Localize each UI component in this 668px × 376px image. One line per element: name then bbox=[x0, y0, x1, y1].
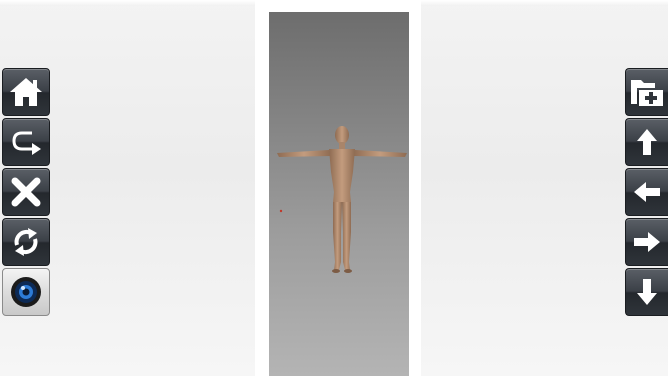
arrow-down-icon bbox=[637, 279, 657, 305]
redo-button[interactable] bbox=[2, 118, 50, 166]
refresh-button[interactable] bbox=[2, 218, 50, 266]
add-folder-button[interactable] bbox=[625, 68, 668, 116]
move-down-button[interactable] bbox=[625, 268, 668, 316]
redo-arrow-icon bbox=[12, 131, 41, 155]
camera-button[interactable] bbox=[2, 268, 50, 316]
arrow-right-icon bbox=[634, 232, 660, 252]
camera-lens-icon bbox=[11, 277, 41, 307]
close-button[interactable] bbox=[2, 168, 50, 216]
close-x-icon bbox=[11, 177, 41, 207]
move-right-button[interactable] bbox=[625, 218, 668, 266]
home-icon bbox=[10, 78, 42, 106]
human-model-figure bbox=[277, 126, 407, 273]
home-button[interactable] bbox=[2, 68, 50, 116]
move-left-button[interactable] bbox=[625, 168, 668, 216]
move-up-button[interactable] bbox=[625, 118, 668, 166]
arrow-up-icon bbox=[637, 129, 657, 155]
left-toolbar bbox=[2, 68, 52, 318]
arrow-left-icon bbox=[634, 182, 660, 202]
right-toolbar bbox=[625, 68, 668, 318]
folder-plus-icon bbox=[631, 80, 663, 106]
3d-viewport[interactable] bbox=[269, 12, 409, 376]
refresh-icon bbox=[14, 228, 38, 256]
